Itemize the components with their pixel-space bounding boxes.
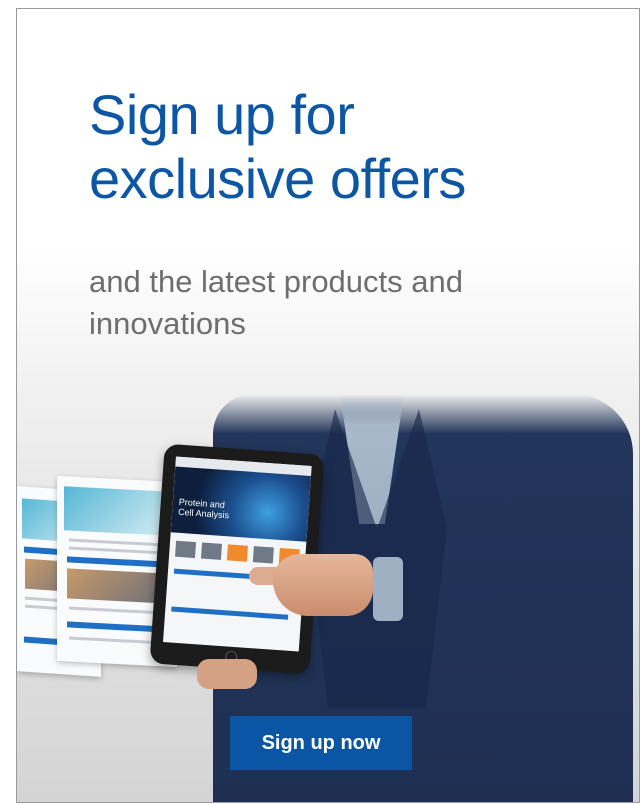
shirt-cuff	[373, 557, 403, 621]
pointing-hand	[273, 554, 373, 616]
tablet-feature-line-2: Cell Analysis	[177, 506, 230, 521]
sign-up-now-button[interactable]: Sign up now	[230, 716, 412, 770]
tablet-feature-image: Protein and Cell Analysis	[170, 466, 311, 542]
holding-hand	[197, 659, 257, 689]
businessman-illustration: Protein and Cell Analysis	[17, 9, 639, 802]
signup-ad-banner[interactable]: Sign up for exclusive offers and the lat…	[16, 8, 640, 803]
tablet-screen: Protein and Cell Analysis	[163, 456, 312, 652]
